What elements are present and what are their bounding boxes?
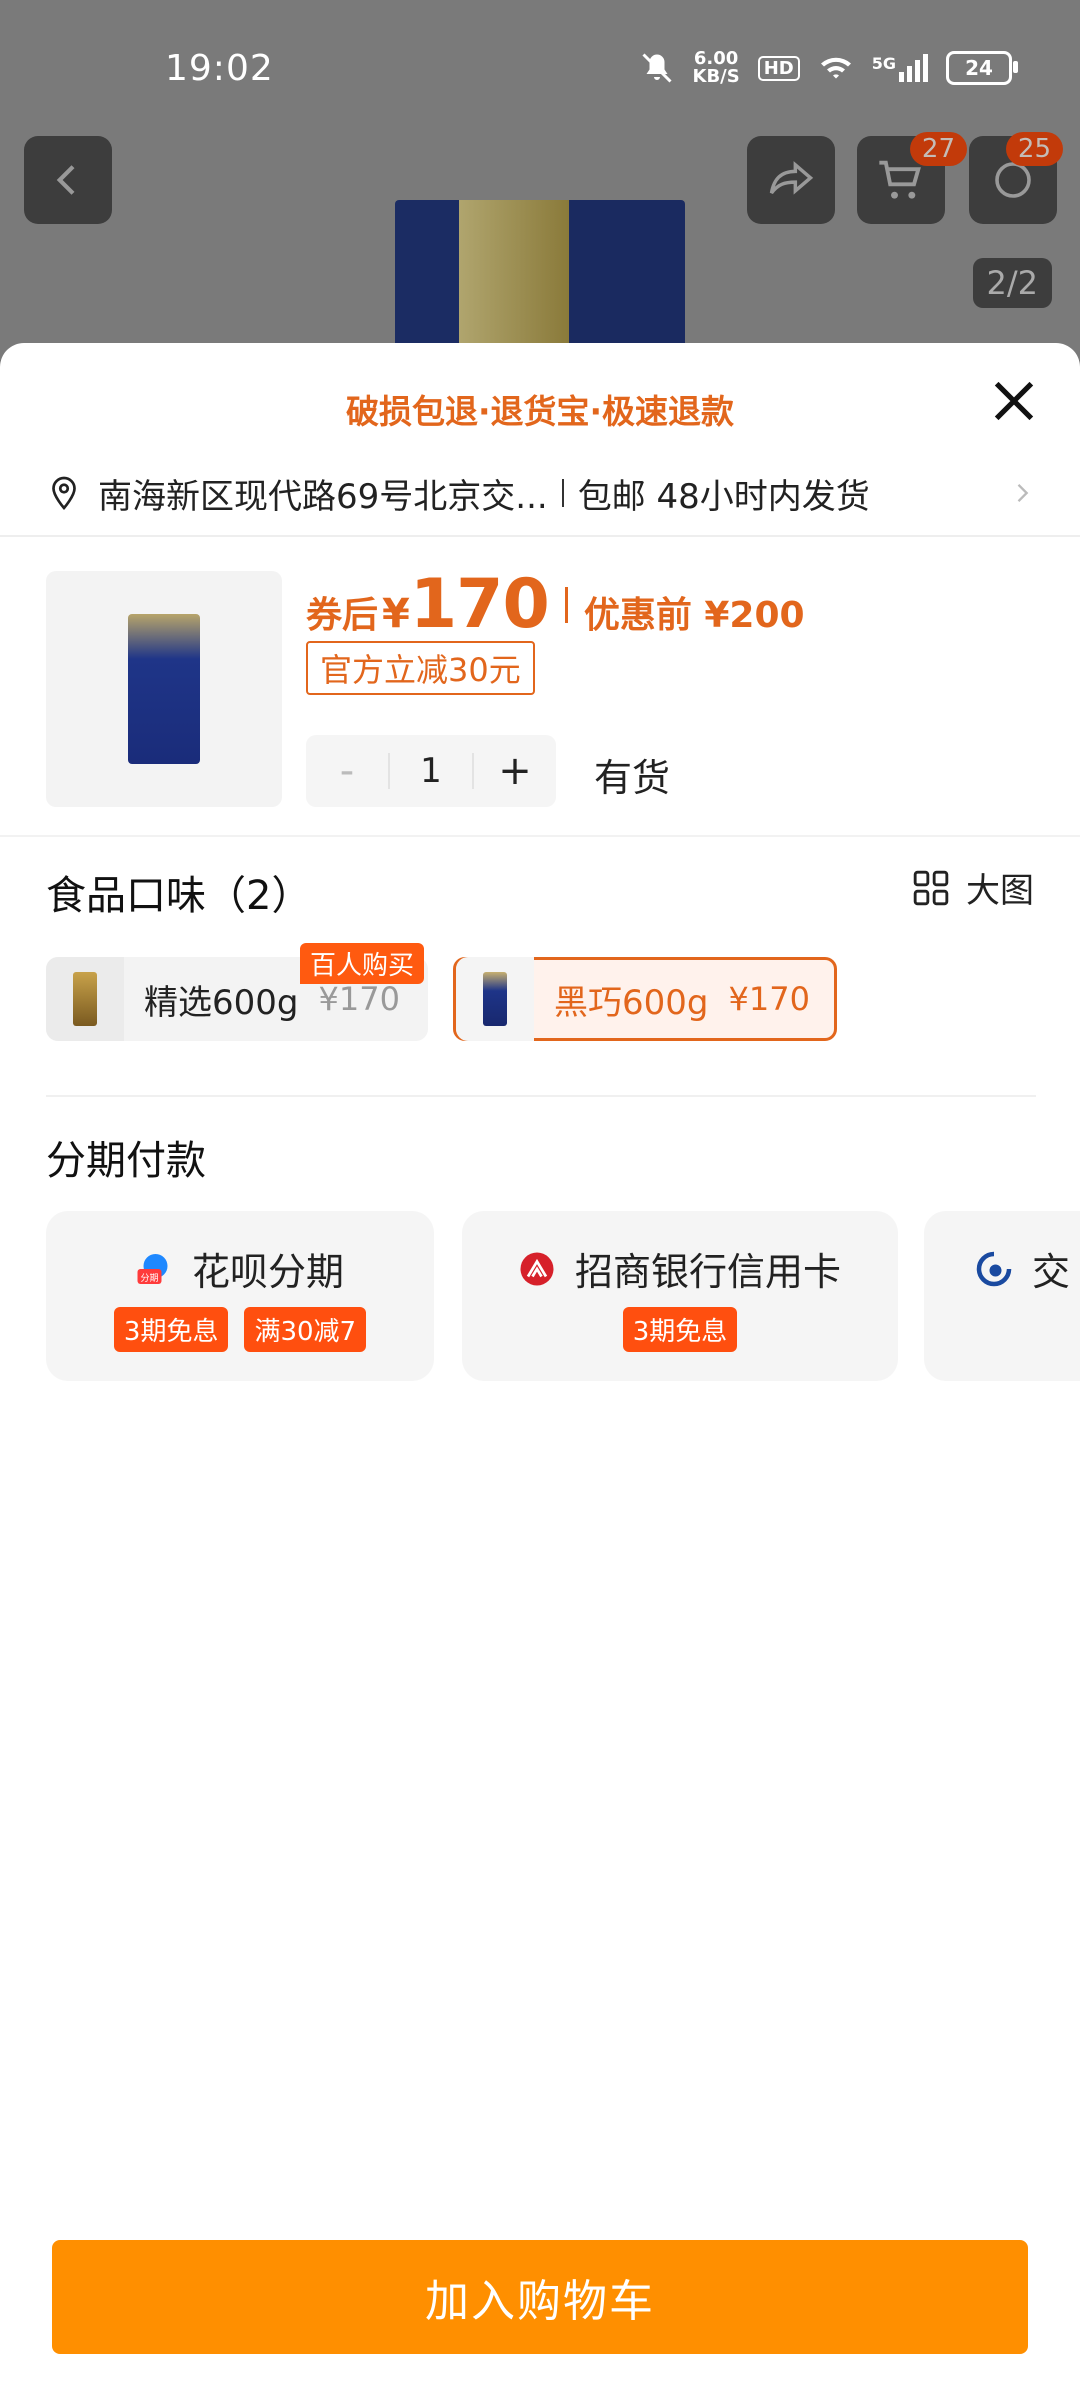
original-price: 优惠前 ¥200 [583,595,805,636]
final-price: 170 [409,565,550,644]
divider [0,835,1080,837]
flavor-option-dark-600g[interactable]: 黑巧600g ¥170 [453,957,837,1041]
payment-tag: 3期免息 [113,1307,229,1352]
flavor-name: 黑巧600g [554,982,709,1023]
popular-tag: 百人购买 [300,943,425,984]
payment-tag: 3期免息 [622,1307,738,1352]
payment-tag: 满30减7 [244,1307,367,1352]
product-bag-image [128,614,200,764]
battery-icon: 24 [946,51,1018,85]
status-time: 19:02 [165,48,274,89]
flavor-price: ¥170 [728,980,810,1018]
divider [561,479,564,507]
cart-badge: 27 [909,132,967,166]
payment-name: 交 [1032,1250,1071,1294]
signal-icon: 5G [872,54,928,82]
product-image [395,200,685,360]
service-promo: 破损包退·退货宝·极速退款 [345,392,735,431]
close-icon[interactable] [988,375,1040,427]
mute-bell-icon [641,53,672,83]
installment-section-title: 分期付款 [46,1138,206,1184]
product-page-background: 19:02 6.00 KB/S HD 5G 24 27 25 2/2 [0,0,1080,360]
hd-icon: HD [757,55,800,81]
status-icons: 6.00 KB/S HD 5G 24 [639,48,1018,87]
payment-option-bocom[interactable]: 交 [924,1211,1080,1381]
back-button[interactable] [24,136,112,224]
payment-option-huabei[interactable]: 分期 花呗分期 3期免息 满30减7 [46,1211,434,1381]
add-to-cart-button[interactable]: 加入购物车 [52,2240,1028,2354]
location-pin-icon [52,476,76,511]
share-button[interactable] [747,136,835,224]
cart-button[interactable]: 27 [857,132,967,224]
message-badge: 25 [1005,132,1063,166]
chevron-left-icon [56,165,75,195]
quantity-minus-button[interactable]: - [306,748,388,794]
payment-option-cmb-credit-card[interactable]: 招商银行信用卡 3期免息 [462,1211,898,1381]
divider [0,535,1080,537]
status-bar: 19:02 6.00 KB/S HD 5G 24 [0,0,1080,140]
net-speed: 6.00 KB/S [692,48,740,87]
address-row[interactable]: 南海新区现代路69号北京交... 包邮 48小时内发货 [46,463,1036,523]
flavor-section-title: 食品口味（2） [46,873,312,919]
chevron-right-icon [1017,484,1029,502]
flavor-image [483,972,507,1026]
flavor-price: ¥170 [318,980,400,1018]
svg-text:分期: 分期 [140,1273,158,1284]
coupon-badge: 官方立减30元 [306,641,535,695]
share-icon [769,161,814,195]
wifi-icon [820,57,851,79]
payment-name: 花呗分期 [191,1250,344,1294]
stock-status: 有货 [594,756,671,800]
shipping-text: 包邮 48小时内发货 [577,476,870,517]
image-pager: 2/2 [972,258,1052,308]
big-picture-button[interactable]: 大图 [912,863,1034,912]
product-thumbnail[interactable] [46,571,282,807]
huabei-icon: 分期 [137,1253,168,1284]
sku-selection-sheet: 破损包退·退货宝·极速退款 南海新区现代路69号北京交... 包邮 48小时内发… [0,343,1080,2400]
flavor-name: 精选600g [144,982,299,1023]
grid-icon [913,870,949,905]
address-text: 南海新区现代路69号北京交... [98,476,548,517]
flavor-image [73,972,97,1026]
cmb-bank-icon [520,1252,554,1285]
quantity-value[interactable]: 1 [388,753,474,789]
quantity-plus-button[interactable]: + [474,748,556,794]
bocom-bank-icon [976,1251,1012,1286]
divider [46,1095,1036,1097]
quantity-stepper: - 1 + [306,735,556,807]
payment-name: 招商银行信用卡 [574,1250,841,1294]
message-button[interactable]: 25 [969,132,1063,224]
price-line: 券后 ¥ 170 优惠前 ¥200 [306,565,805,644]
product-summary: 券后 ¥ 170 优惠前 ¥200 官方立减30元 - 1 + 有货 [46,565,1046,811]
